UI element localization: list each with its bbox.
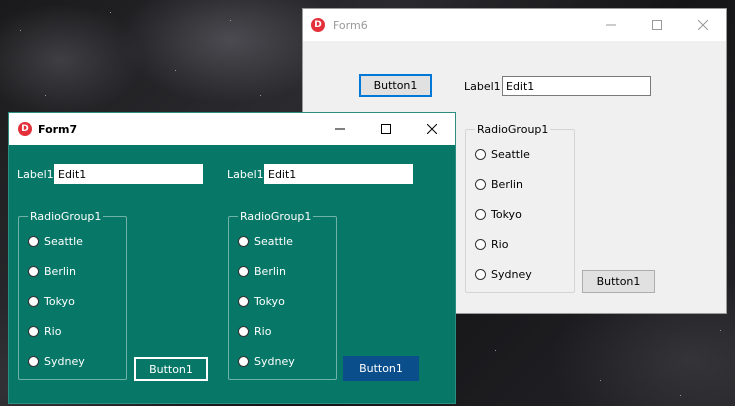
close-button[interactable] <box>409 113 455 145</box>
radio-circle[interactable] <box>28 296 39 307</box>
radio-seattle[interactable]: Seattle <box>238 235 293 248</box>
radio-circle[interactable] <box>475 179 486 190</box>
radio-circle[interactable] <box>238 266 249 277</box>
radio-circle[interactable] <box>238 326 249 337</box>
close-icon <box>427 124 437 134</box>
form6-titlebar[interactable]: D Form6 <box>303 9 726 41</box>
maximize-button[interactable] <box>363 113 409 145</box>
radio-label: Berlin <box>44 265 76 278</box>
star <box>20 30 21 31</box>
form6-label: Label1 <box>464 80 501 93</box>
star <box>230 20 231 21</box>
form7-right-radiogroup: RadioGroup1 Seattle Berlin Tokyo Rio Syd… <box>228 210 337 380</box>
maximize-icon <box>381 124 391 134</box>
radio-berlin[interactable]: Berlin <box>28 265 76 278</box>
radio-label: Seattle <box>491 148 530 161</box>
radio-berlin[interactable]: Berlin <box>238 265 286 278</box>
form7-left-button[interactable]: Button1 <box>134 357 208 381</box>
radio-label: Tokyo <box>491 208 522 221</box>
maximize-button[interactable] <box>634 9 680 41</box>
radio-tokyo[interactable]: Tokyo <box>475 208 522 221</box>
radio-circle[interactable] <box>28 236 39 247</box>
minimize-button[interactable] <box>317 113 363 145</box>
radio-circle[interactable] <box>238 296 249 307</box>
radio-label: Rio <box>254 325 272 338</box>
radio-label: Berlin <box>491 178 523 191</box>
radio-label: Sydney <box>491 268 532 281</box>
radio-tokyo[interactable]: Tokyo <box>28 295 75 308</box>
radio-label: Sydney <box>44 355 85 368</box>
form6-button-top[interactable]: Button1 <box>359 74 432 97</box>
form7-titlebar[interactable]: D Form7 <box>9 113 455 145</box>
radio-label: Rio <box>491 238 509 251</box>
radio-circle[interactable] <box>475 149 486 160</box>
star <box>600 380 601 381</box>
radio-circle[interactable] <box>475 209 486 220</box>
star <box>45 95 46 96</box>
radio-label: Rio <box>44 325 62 338</box>
form7-right-label: Label1 <box>227 168 264 181</box>
delphi-app-icon: D <box>311 18 325 32</box>
radio-sydney[interactable]: Sydney <box>475 268 532 281</box>
form6-radiogroup: RadioGroup1 Seattle Berlin Tokyo Rio Syd… <box>465 123 575 293</box>
radiogroup-caption: RadioGroup1 <box>475 123 551 136</box>
star <box>720 330 721 331</box>
form7-title: Form7 <box>38 122 78 136</box>
radio-label: Seattle <box>44 235 83 248</box>
radio-sydney[interactable]: Sydney <box>238 355 295 368</box>
radio-sydney[interactable]: Sydney <box>28 355 85 368</box>
radio-label: Sydney <box>254 355 295 368</box>
radiogroup-caption: RadioGroup1 <box>238 210 314 223</box>
radio-circle[interactable] <box>238 236 249 247</box>
form6-title: Form6 <box>333 18 368 32</box>
radio-circle[interactable] <box>475 269 486 280</box>
form7-left-label: Label1 <box>17 168 54 181</box>
form7-left-radiogroup: RadioGroup1 Seattle Berlin Tokyo Rio Syd… <box>18 210 127 380</box>
star <box>680 395 681 396</box>
radio-circle[interactable] <box>475 239 486 250</box>
star <box>175 70 176 71</box>
radio-circle[interactable] <box>28 356 39 367</box>
radiogroup-caption: RadioGroup1 <box>28 210 104 223</box>
minimize-button[interactable] <box>588 9 634 41</box>
star <box>110 12 111 13</box>
minimize-icon <box>606 24 616 26</box>
delphi-app-icon: D <box>18 122 32 136</box>
radio-tokyo[interactable]: Tokyo <box>238 295 285 308</box>
star <box>495 350 496 351</box>
radio-circle[interactable] <box>238 356 249 367</box>
form7-right-button[interactable]: Button1 <box>343 356 419 381</box>
minimize-icon <box>335 128 345 130</box>
form7-window: D Form7 Label1 RadioGroup1 Seattle Berli… <box>8 112 456 404</box>
form6-edit[interactable] <box>502 76 651 96</box>
radio-circle[interactable] <box>28 266 39 277</box>
radio-rio[interactable]: Rio <box>238 325 271 338</box>
radio-rio[interactable]: Rio <box>475 238 508 251</box>
star <box>260 95 261 96</box>
form7-left-edit[interactable] <box>54 164 203 184</box>
radio-berlin[interactable]: Berlin <box>475 178 523 191</box>
radio-label: Tokyo <box>254 295 285 308</box>
form7-right-edit[interactable] <box>264 164 413 184</box>
radio-seattle[interactable]: Seattle <box>28 235 83 248</box>
close-icon <box>698 20 708 30</box>
radio-rio[interactable]: Rio <box>28 325 61 338</box>
radio-circle[interactable] <box>28 326 39 337</box>
close-button[interactable] <box>680 9 726 41</box>
radio-seattle[interactable]: Seattle <box>475 148 530 161</box>
radio-label: Seattle <box>254 235 293 248</box>
radio-label: Tokyo <box>44 295 75 308</box>
form6-button-bottom[interactable]: Button1 <box>582 270 655 293</box>
maximize-icon <box>652 20 662 30</box>
radio-label: Berlin <box>254 265 286 278</box>
